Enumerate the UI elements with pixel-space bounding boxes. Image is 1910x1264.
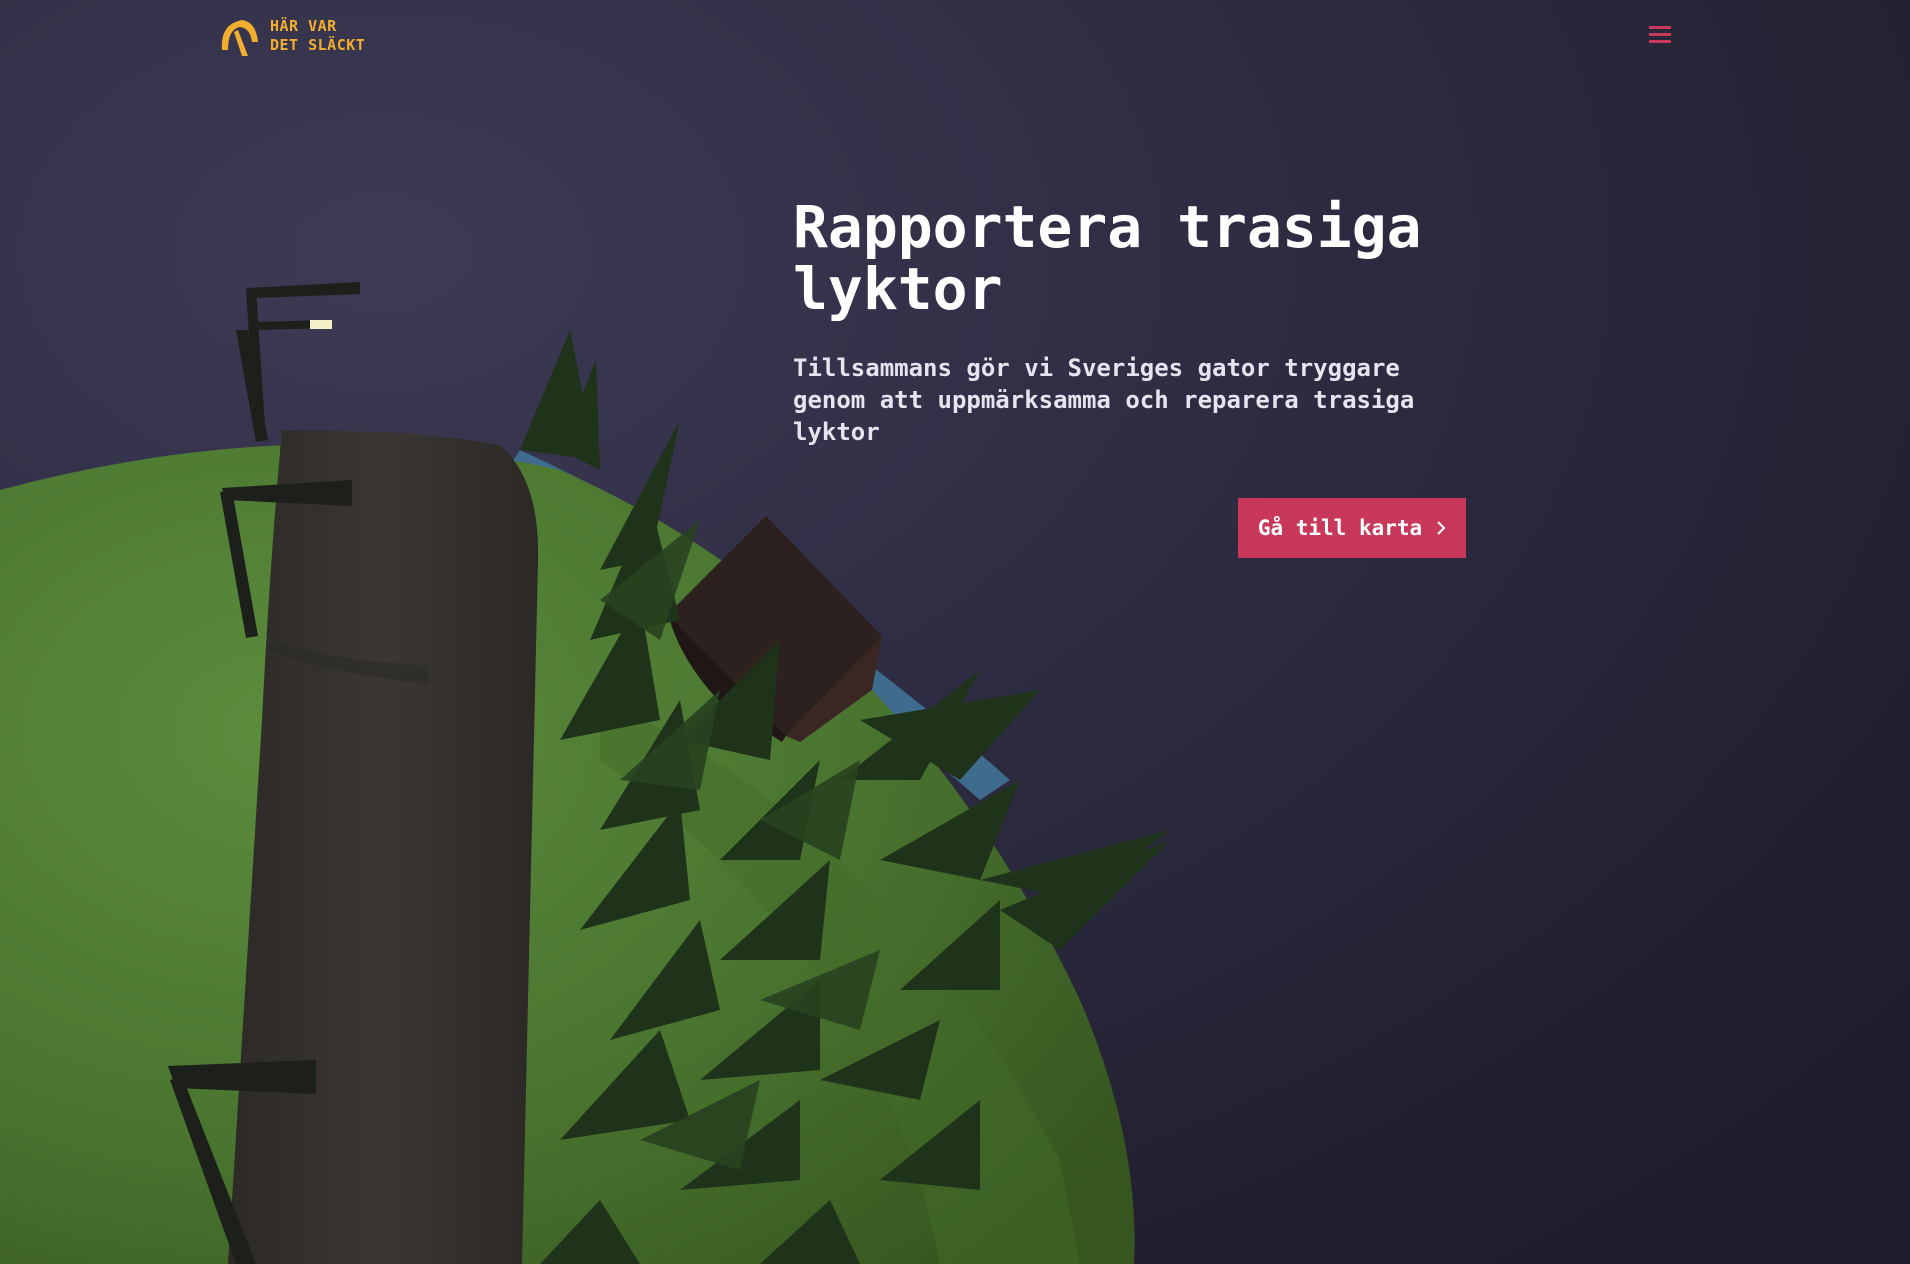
logo-line-1: HÄR VAR: [270, 17, 337, 35]
logo-link[interactable]: HÄR VAR DET SLÄCKT: [216, 16, 365, 56]
hero-subtitle: Tillsammans gör vi Sveriges gator trygga…: [793, 354, 1415, 446]
background-scene: [0, 282, 1170, 1264]
logo-line-2: DET SLÄCKT: [270, 36, 366, 54]
go-to-map-button[interactable]: Gå till karta: [1238, 498, 1466, 558]
lamp-arc-icon: [221, 20, 258, 56]
site-header: HÄR VAR DET SLÄCKT: [0, 0, 1910, 72]
menu-button[interactable]: [1646, 22, 1676, 48]
hero-section: Rapportera trasiga lyktor Tillsammans gö…: [793, 196, 1493, 448]
hero-title: Rapportera trasiga lyktor: [793, 193, 1422, 323]
logo-text: HÄR VAR DET SLÄCKT: [270, 17, 365, 55]
chevron-right-icon: [1437, 521, 1446, 535]
go-to-map-label: Gå till karta: [1257, 516, 1423, 540]
hamburger-menu-icon: [1649, 26, 1671, 43]
